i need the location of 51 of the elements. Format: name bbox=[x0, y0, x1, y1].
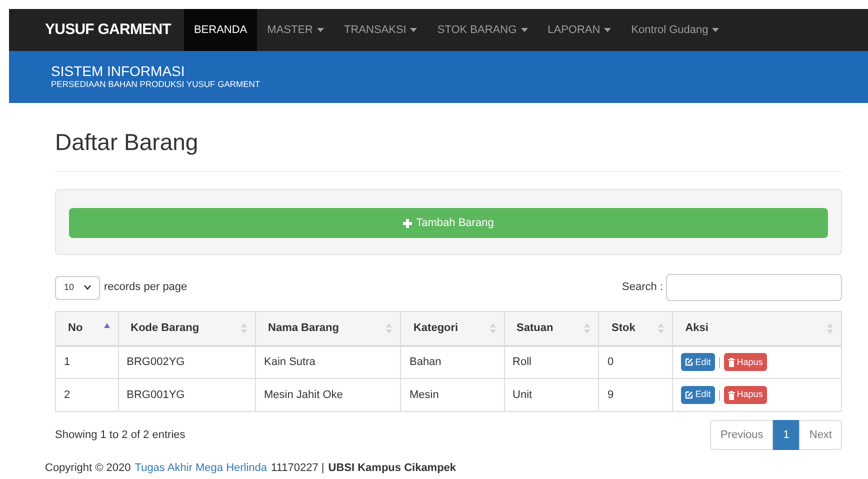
pagination-button[interactable]: Next bbox=[799, 420, 842, 450]
edit-icon bbox=[685, 358, 694, 366]
table-cell: 0 bbox=[598, 346, 673, 378]
column-header[interactable]: No bbox=[56, 312, 118, 346]
table-cell: 1 bbox=[56, 346, 118, 378]
column-header[interactable]: Stok bbox=[598, 312, 673, 346]
table-cell: 2 bbox=[56, 378, 118, 412]
table-cell: Bahan bbox=[400, 346, 504, 378]
page-length-label: records per page bbox=[104, 280, 188, 296]
table-info: Showing 1 to 2 of 2 entries bbox=[55, 428, 186, 443]
nav-item[interactable]: LAPORAN bbox=[538, 9, 622, 51]
search-label: Search : bbox=[622, 280, 663, 296]
table-cell: Roll bbox=[504, 346, 599, 378]
table-cell: BRG001YG bbox=[118, 378, 256, 412]
banner-subtitle: PERSEDIAAN BAHAN PRODUKSI YUSUF GARMENT bbox=[51, 79, 262, 90]
table-cell: Kain Sutra bbox=[256, 346, 401, 378]
table-cell: BRG002YG bbox=[118, 346, 256, 378]
edit-icon bbox=[685, 391, 694, 399]
table-cell: Mesin Jahit Oke bbox=[256, 378, 401, 412]
nav-item[interactable]: BERANDA bbox=[184, 9, 258, 51]
student-number: 11170227 | bbox=[271, 461, 324, 476]
edit-button[interactable]: Edit bbox=[681, 386, 715, 404]
page-length-select[interactable]: 10 bbox=[55, 276, 100, 300]
column-header[interactable]: Kode Barang bbox=[118, 312, 256, 346]
banner-title: SISTEM INFORMASI bbox=[51, 63, 186, 79]
search-field[interactable] bbox=[666, 274, 842, 301]
pagination-button[interactable]: 1 bbox=[773, 420, 800, 450]
copyright-text: Copyright © 2020 bbox=[45, 461, 131, 476]
table-cell: Unit bbox=[504, 378, 599, 412]
plus-icon bbox=[403, 218, 412, 228]
nav-item[interactable]: STOK BARANG bbox=[427, 9, 538, 51]
brand[interactable]: YUSUF GARMENT bbox=[45, 9, 184, 51]
chevron-down-icon bbox=[84, 285, 91, 290]
campus-name: UBSI Kampus Cikampek bbox=[328, 461, 456, 476]
nav-item[interactable]: MASTER bbox=[257, 9, 334, 51]
column-header[interactable]: Aksi bbox=[672, 312, 842, 346]
trash-icon bbox=[728, 390, 735, 400]
nav-item[interactable]: Kontrol Gudang bbox=[621, 9, 730, 51]
table-cell: Mesin bbox=[400, 378, 504, 412]
edit-button[interactable]: Edit bbox=[681, 353, 715, 372]
column-header[interactable]: Kategori bbox=[400, 312, 504, 346]
trash-icon bbox=[728, 358, 735, 367]
author-link[interactable]: Tugas Akhir Mega Herlinda bbox=[134, 460, 268, 476]
nav-item[interactable]: TRANSAKSI bbox=[334, 9, 428, 51]
page-title: Daftar Barang bbox=[55, 128, 200, 157]
table-cell: 9 bbox=[598, 378, 673, 412]
delete-button[interactable]: Hapus bbox=[724, 386, 767, 404]
delete-button[interactable]: Hapus bbox=[724, 353, 767, 372]
column-header[interactable]: Nama Barang bbox=[256, 312, 401, 346]
column-header[interactable]: Satuan bbox=[504, 312, 599, 346]
pagination-button[interactable]: Previous bbox=[710, 420, 774, 450]
